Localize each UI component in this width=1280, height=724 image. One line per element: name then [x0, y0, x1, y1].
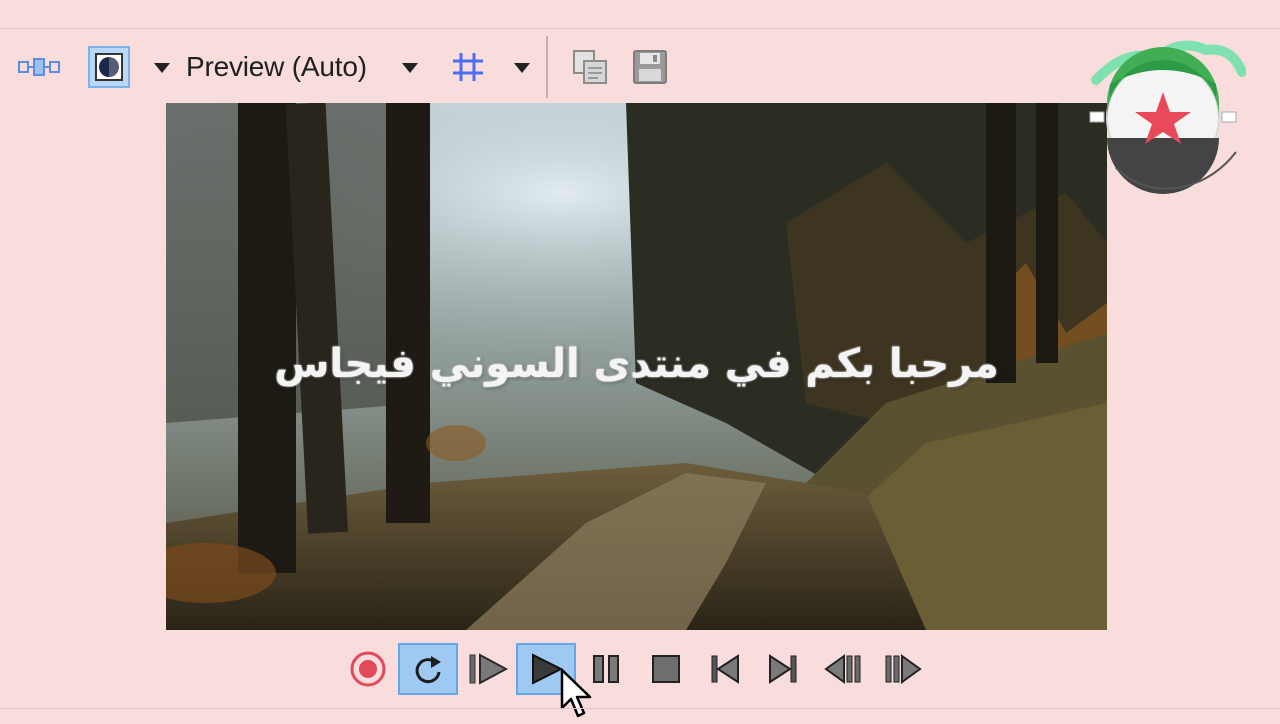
loop-button[interactable] — [398, 643, 458, 695]
next-frame-button[interactable] — [756, 643, 812, 695]
stop-icon — [652, 655, 680, 683]
toolbar-separator — [546, 36, 548, 98]
syria-flag-logo-icon — [1089, 40, 1247, 194]
channel-logo — [1086, 28, 1247, 200]
preview-quality-dropdown[interactable]: Preview (Auto) — [186, 48, 367, 86]
stop-button[interactable] — [638, 643, 694, 695]
mouse-cursor-icon — [560, 668, 594, 724]
step-back-button[interactable] — [816, 643, 872, 695]
step-forward-icon — [885, 654, 922, 684]
play-from-start-button[interactable] — [460, 643, 516, 695]
next-frame-icon — [769, 654, 797, 684]
mask-toggle-button[interactable] — [88, 46, 130, 88]
bottom-divider — [0, 708, 1280, 709]
preview-caption-text: مرحبا بكم في منتدى السوني فيجاس — [274, 341, 999, 387]
step-back-icon — [824, 654, 861, 684]
link-nodes-icon[interactable] — [16, 50, 62, 84]
previous-frame-button[interactable] — [696, 643, 752, 695]
video-preview[interactable]: مرحبا بكم في منتدى السوني فيجاس — [166, 103, 1107, 630]
play-from-start-icon — [469, 653, 509, 685]
grid-icon[interactable] — [448, 47, 488, 87]
mask-toggle-icon — [95, 53, 123, 81]
dropdown-arrow-icon[interactable] — [510, 56, 534, 80]
save-frame-icon[interactable] — [628, 46, 672, 88]
record-button[interactable] — [340, 643, 396, 695]
step-forward-button[interactable] — [874, 643, 930, 695]
loop-icon — [415, 656, 441, 684]
copy-frame-icon[interactable] — [568, 46, 612, 88]
dropdown-arrow-icon[interactable] — [398, 56, 422, 80]
previous-frame-icon — [711, 654, 739, 684]
record-icon — [350, 651, 386, 687]
dropdown-arrow-icon[interactable] — [150, 56, 174, 80]
